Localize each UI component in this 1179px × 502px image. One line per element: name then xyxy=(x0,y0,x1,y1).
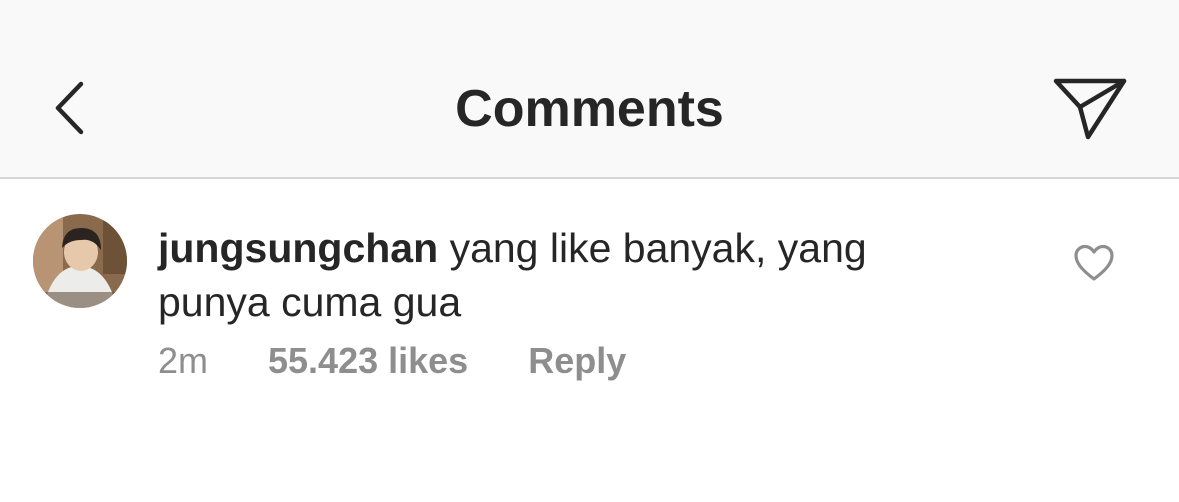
avatar[interactable] xyxy=(33,214,127,308)
like-button[interactable] xyxy=(1070,241,1118,285)
header-bar: Comments xyxy=(0,0,1179,179)
comment-meta: 2m 55.423 likes Reply xyxy=(158,339,626,383)
heart-outline-icon xyxy=(1074,244,1114,281)
share-button[interactable] xyxy=(1042,62,1138,154)
paper-plane-icon xyxy=(1053,78,1127,140)
reply-button[interactable]: Reply xyxy=(528,339,626,383)
comment-body: jungsungchan yang like banyak, yang puny… xyxy=(158,221,958,329)
avatar-image xyxy=(33,214,127,308)
likes-count[interactable]: 55.423 likes xyxy=(268,339,468,383)
page-title: Comments xyxy=(455,80,724,138)
comment-item: jungsungchan yang like banyak, yang puny… xyxy=(0,179,1179,502)
comment-time: 2m xyxy=(158,340,209,381)
comment-username[interactable]: jungsungchan xyxy=(158,225,438,271)
